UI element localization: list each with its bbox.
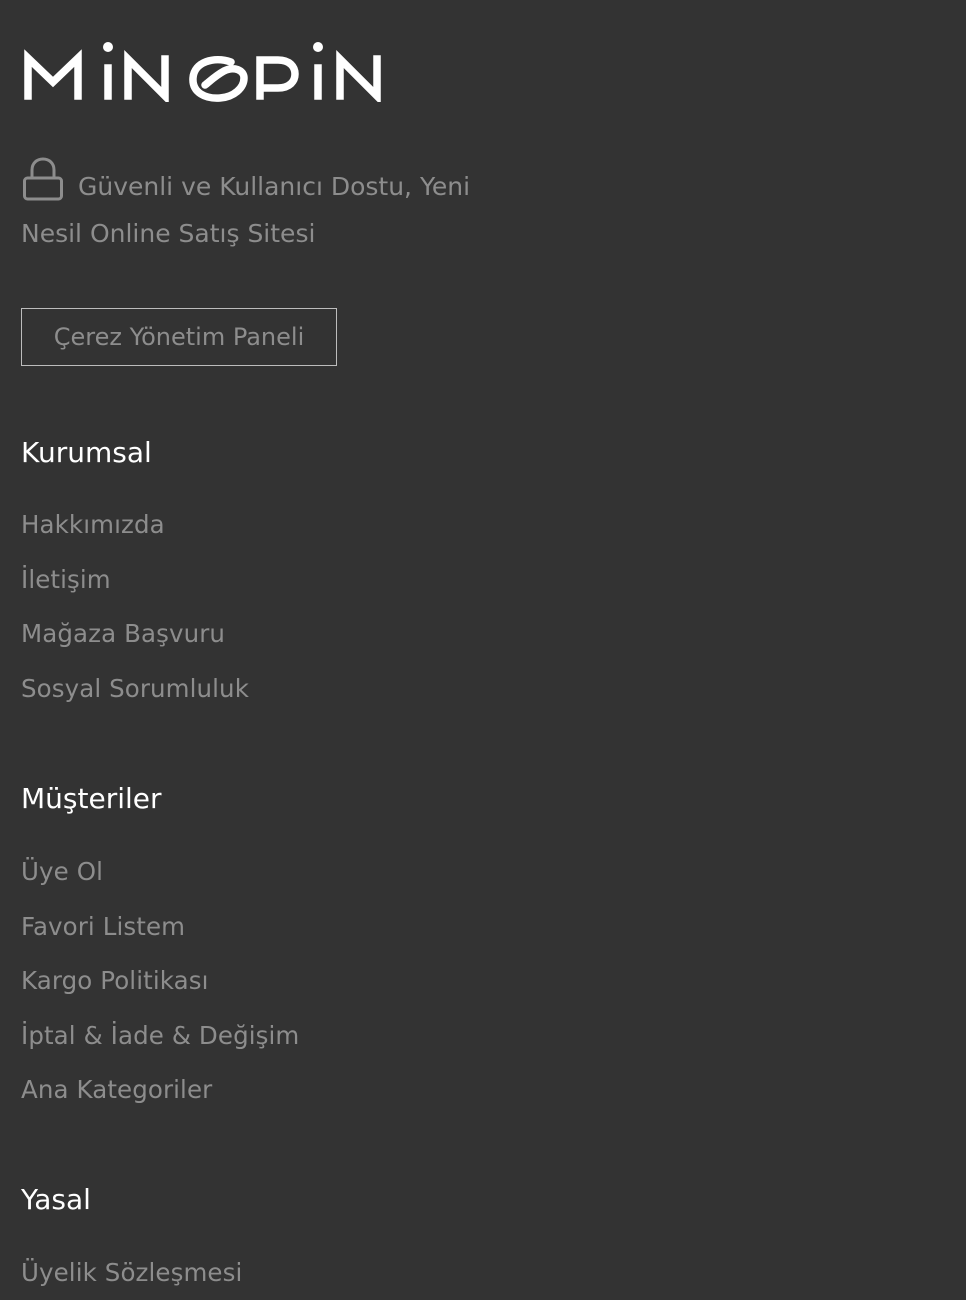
link-kargo-politikasi[interactable]: Kargo Politikası: [21, 966, 208, 995]
cookie-management-button[interactable]: Çerez Yönetim Paneli: [21, 308, 337, 366]
list-item: Hakkımızda: [21, 510, 249, 565]
brand-logo[interactable]: [22, 38, 394, 102]
list-item: Ana Kategoriler: [21, 1075, 299, 1130]
musteriler-links: Üye Ol Favori Listem Kargo Politikası İp…: [21, 857, 299, 1130]
site-tagline: Güvenli ve Kullanıcı Dostu, Yeni Nesil O…: [21, 157, 491, 257]
link-uye-ol[interactable]: Üye Ol: [21, 857, 103, 886]
minopin-logo-mark: [24, 42, 381, 102]
list-item: İletişim: [21, 565, 249, 620]
link-iletisim[interactable]: İletişim: [21, 565, 111, 594]
list-item: Üyelik Sözleşmesi: [21, 1258, 242, 1300]
list-item: Mağaza Başvuru: [21, 619, 249, 674]
tagline-text: Güvenli ve Kullanıcı Dostu, Yeni Nesil O…: [21, 172, 471, 248]
list-item: Kargo Politikası: [21, 966, 299, 1021]
link-favori-listem[interactable]: Favori Listem: [21, 912, 185, 941]
lock-icon: [21, 157, 65, 201]
link-iptal-iade-degisim[interactable]: İptal & İade & Değişim: [21, 1021, 299, 1050]
list-item: Sosyal Sorumluluk: [21, 674, 249, 729]
link-uyelik-sozlesmesi[interactable]: Üyelik Sözleşmesi: [21, 1258, 242, 1287]
link-sosyal-sorumluluk[interactable]: Sosyal Sorumluluk: [21, 674, 249, 703]
list-item: Üye Ol: [21, 857, 299, 912]
list-item: Favori Listem: [21, 912, 299, 967]
link-magaza-basvuru[interactable]: Mağaza Başvuru: [21, 619, 225, 648]
section-title-musteriler: Müşteriler: [21, 782, 162, 815]
link-ana-kategoriler[interactable]: Ana Kategoriler: [21, 1075, 212, 1104]
section-title-kurumsal: Kurumsal: [21, 436, 152, 469]
yasal-links: Üyelik Sözleşmesi: [21, 1258, 242, 1300]
list-item: İptal & İade & Değişim: [21, 1021, 299, 1076]
section-title-yasal: Yasal: [21, 1183, 91, 1216]
kurumsal-links: Hakkımızda İletişim Mağaza Başvuru Sosya…: [21, 510, 249, 728]
link-hakkimizda[interactable]: Hakkımızda: [21, 510, 165, 539]
